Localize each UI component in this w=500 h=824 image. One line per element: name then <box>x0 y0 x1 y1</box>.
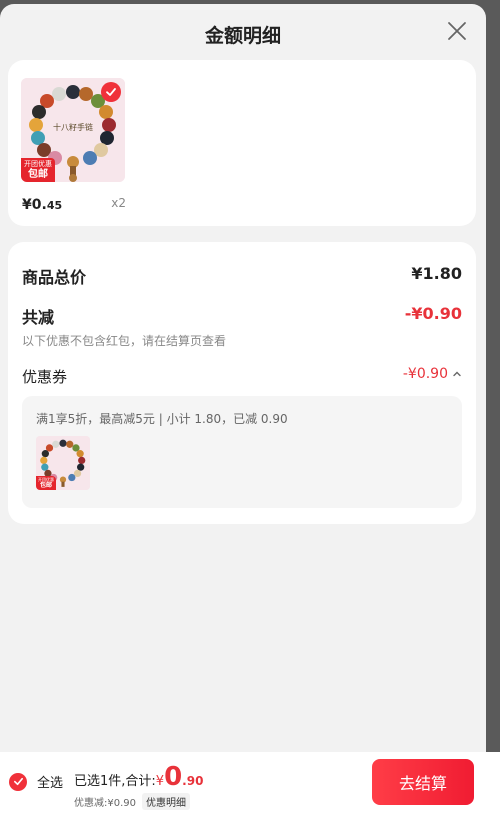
coupon-value: -¥0.90 <box>402 366 448 382</box>
total-price-label: 商品总价 <box>22 268 87 287</box>
sheet-header: 金额明细 <box>0 4 486 60</box>
sheet-title: 金额明细 <box>204 25 281 47</box>
close-icon[interactable] <box>446 20 468 42</box>
select-all-toggle[interactable]: 全选 <box>9 772 63 791</box>
price-detail-card: 商品总价 ¥1.80 共减 -¥0.90 以下优惠不包含红包，请在结算页查看 优… <box>8 242 476 524</box>
reduce-note: 以下优惠不包含红包，请在结算页查看 <box>22 334 227 348</box>
total-amount-int: 0 <box>164 762 183 792</box>
total-amount-dec: .90 <box>182 774 204 788</box>
bracelet-caption: 十八籽手链 <box>53 122 93 132</box>
coupon-label: 优惠券 <box>22 368 68 386</box>
product-card: 十八籽手链 开团优惠 包邮 ¥0.45 x2 <box>8 60 476 226</box>
product-quantity: x2 <box>111 196 126 210</box>
product-image[interactable]: 十八籽手链 开团优惠 包邮 <box>21 78 125 182</box>
total-price-row: 商品总价 ¥1.80 <box>22 264 462 288</box>
checkout-button[interactable]: 去结算 <box>372 759 474 805</box>
discount-text: 优惠减:¥0.90 <box>74 798 136 809</box>
product-price: ¥0.45 <box>22 197 63 213</box>
select-all-check-icon[interactable] <box>9 772 27 791</box>
coupon-product-thumb: 开团优惠 包邮 <box>36 436 90 490</box>
discount-detail-link[interactable]: 优惠明细 <box>142 793 190 810</box>
coupon-row[interactable]: 优惠券 -¥0.90 <box>22 366 462 387</box>
reduce-row: 共减 -¥0.90 以下优惠不包含红包，请在结算页查看 <box>22 304 462 349</box>
backdrop-strip <box>486 0 500 752</box>
product-price-row: ¥0.45 x2 <box>22 194 126 213</box>
discount-summary: 优惠减:¥0.90 优惠明细 <box>74 793 190 810</box>
total-summary: 已选1件,合计:¥0.90 <box>74 762 203 792</box>
coupon-detail-box: 满1享5折，最高减5元 | 小计 1.80，已减 0.90 开团优惠 包邮 <box>22 396 462 508</box>
total-yen: ¥ <box>155 774 165 789</box>
free-shipping-badge: 开团优惠 包邮 <box>21 158 55 182</box>
reduce-value: -¥0.90 <box>404 304 462 323</box>
checkout-bar: 全选 已选1件,合计:¥0.90 优惠减:¥0.90 优惠明细 去结算 <box>0 752 500 824</box>
badge-main-text: 包邮 <box>28 169 48 180</box>
badge-top-text: 开团优惠 <box>24 160 52 168</box>
reduce-label: 共减 <box>22 308 55 327</box>
mini-free-shipping-badge: 开团优惠 包邮 <box>36 476 56 490</box>
chevron-up-icon <box>453 371 461 377</box>
amount-detail-sheet: 金额明细 十八籽手链 开团优惠 包邮 ¥0.45 x2 商品总价 ¥1.80 共… <box>0 4 486 824</box>
selected-count-text: 已选1件,合计: <box>74 774 156 789</box>
selected-check-icon[interactable] <box>101 82 121 102</box>
total-price-value: ¥1.80 <box>411 264 462 283</box>
select-all-label: 全选 <box>37 776 64 791</box>
coupon-value-group[interactable]: -¥0.90 <box>403 366 462 382</box>
coupon-description: 满1享5折，最高减5元 | 小计 1.80，已减 0.90 <box>36 412 288 426</box>
